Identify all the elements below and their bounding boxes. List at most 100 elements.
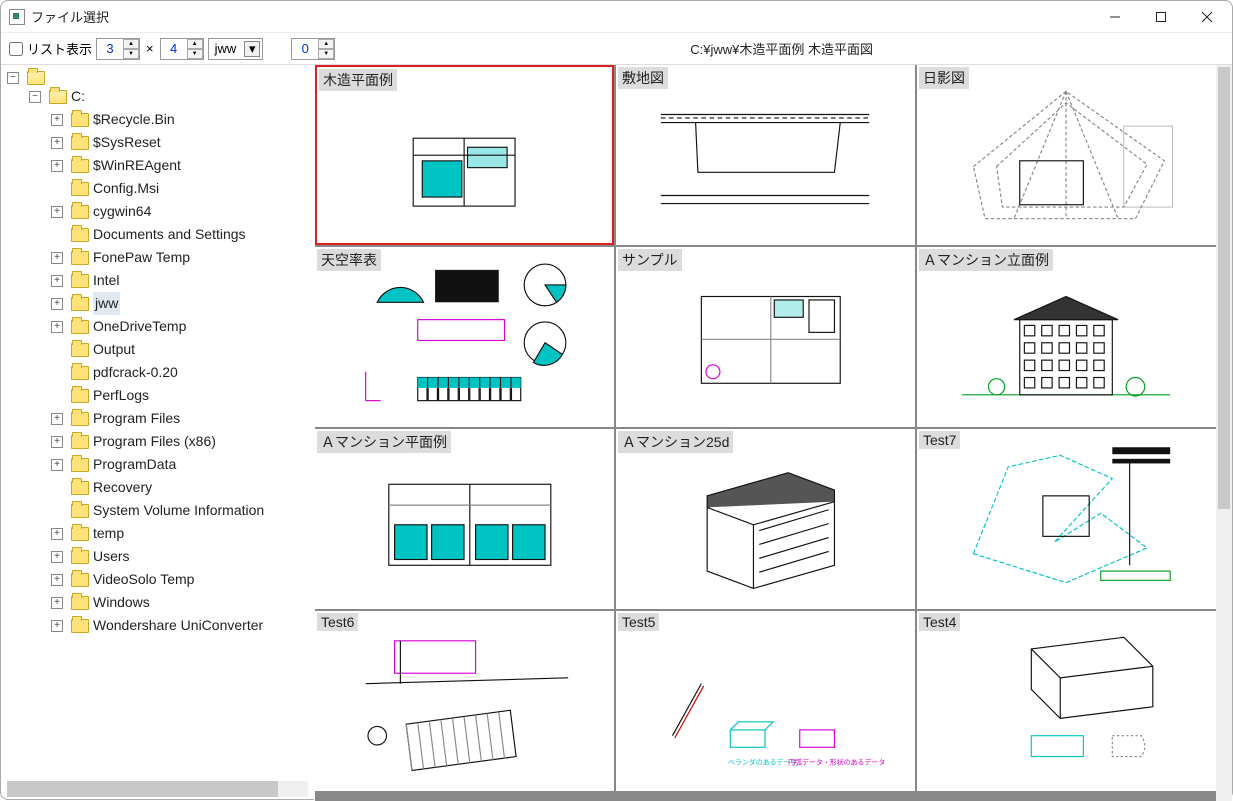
scrollbar-thumb[interactable] — [7, 781, 278, 797]
tree-item[interactable]: Recovery — [7, 476, 312, 499]
tree-item-label[interactable]: jww — [93, 292, 120, 315]
tree-item[interactable]: + ProgramData — [7, 453, 312, 476]
expand-icon[interactable]: + — [51, 528, 63, 540]
collapse-icon[interactable]: − — [29, 91, 41, 103]
tree-item-label[interactable]: Output — [93, 338, 135, 361]
expand-icon[interactable]: + — [51, 160, 63, 172]
tree-item-label[interactable]: Users — [93, 545, 130, 568]
thumbnail-cell[interactable]: 木造平面例 — [315, 65, 614, 245]
tree-item-label[interactable]: $WinREAgent — [93, 154, 181, 177]
expand-icon[interactable]: + — [51, 620, 63, 632]
expand-icon[interactable]: + — [51, 137, 63, 149]
cols-down[interactable]: ▼ — [123, 49, 139, 59]
maximize-button[interactable] — [1138, 2, 1184, 32]
tree-item[interactable]: + cygwin64 — [7, 200, 312, 223]
expand-icon[interactable]: + — [51, 114, 63, 126]
tree-item[interactable]: + Program Files — [7, 407, 312, 430]
rows-input[interactable] — [161, 39, 187, 59]
tree-item[interactable]: + Windows — [7, 591, 312, 614]
expand-icon[interactable]: + — [51, 252, 63, 264]
thumbnail-cell[interactable]: 日影図 — [917, 65, 1216, 245]
thumbnail-cell[interactable]: 敷地図 — [616, 65, 915, 245]
rows-down[interactable]: ▼ — [187, 49, 203, 59]
close-button[interactable] — [1184, 2, 1230, 32]
tree-item[interactable]: + Program Files (x86) — [7, 430, 312, 453]
tree-item[interactable]: + OneDriveTemp — [7, 315, 312, 338]
tree-item-label[interactable]: Windows — [93, 591, 150, 614]
expand-icon[interactable]: + — [51, 459, 63, 471]
list-view-toggle[interactable]: リスト表示 — [9, 39, 92, 58]
tree-item[interactable]: + jww — [7, 292, 312, 315]
zero-up[interactable]: ▲ — [318, 39, 334, 49]
tree-item-label[interactable]: OneDriveTemp — [93, 315, 186, 338]
thumbnail-cell[interactable]: サンプル — [616, 247, 915, 427]
tree-item[interactable]: + temp — [7, 522, 312, 545]
tree-item[interactable]: Output — [7, 338, 312, 361]
tree-item-label[interactable]: Program Files (x86) — [93, 430, 216, 453]
rows-up[interactable]: ▲ — [187, 39, 203, 49]
expand-icon[interactable]: + — [51, 321, 63, 333]
expand-icon[interactable]: + — [51, 413, 63, 425]
cols-spinner[interactable]: ▲ ▼ — [96, 38, 140, 60]
rows-spinner[interactable]: ▲ ▼ — [160, 38, 204, 60]
list-view-checkbox[interactable] — [9, 42, 23, 56]
tree-item[interactable]: + $Recycle.Bin — [7, 108, 312, 131]
tree-item[interactable]: + $WinREAgent — [7, 154, 312, 177]
tree-item-label[interactable]: ProgramData — [93, 453, 176, 476]
expand-icon[interactable]: + — [51, 551, 63, 563]
tree-item[interactable]: + Wondershare UniConverter — [7, 614, 312, 637]
tree-item[interactable]: + $SysReset — [7, 131, 312, 154]
zero-input[interactable] — [292, 39, 318, 59]
vertical-scrollbar[interactable] — [1216, 65, 1232, 801]
cols-input[interactable] — [97, 39, 123, 59]
tree-item-label[interactable]: Wondershare UniConverter — [93, 614, 263, 637]
minimize-button[interactable] — [1092, 2, 1138, 32]
thumbnail-cell[interactable]: Test5 ベランダのあるデータ 円弧データ・形状のあるデータ — [616, 611, 915, 791]
tree-item-label[interactable]: $SysReset — [93, 131, 161, 154]
ext-combo[interactable]: jww ▾ — [208, 38, 264, 60]
tree-item-label[interactable]: pdfcrack-0.20 — [93, 361, 178, 384]
thumbnail-cell[interactable]: Ａマンション25d — [616, 429, 915, 609]
chevron-down-icon[interactable]: ▾ — [244, 41, 260, 57]
tree-item-label[interactable]: Documents and Settings — [93, 223, 246, 246]
thumbnail-cell[interactable]: Test4 — [917, 611, 1216, 791]
expand-icon[interactable]: + — [51, 597, 63, 609]
tree-item-label[interactable]: FonePaw Temp — [93, 246, 190, 269]
tree-item[interactable]: Documents and Settings — [7, 223, 312, 246]
tree-item[interactable]: PerfLogs — [7, 384, 312, 407]
expand-icon[interactable]: + — [51, 275, 63, 287]
tree-item-label[interactable]: Program Files — [93, 407, 180, 430]
tree-item[interactable]: System Volume Information — [7, 499, 312, 522]
tree-item-label[interactable]: $Recycle.Bin — [93, 108, 175, 131]
thumbnail-cell[interactable]: Ａマンション立面例 — [917, 247, 1216, 427]
tree-item-label[interactable]: C: — [71, 85, 85, 108]
tree-item[interactable]: + VideoSolo Temp — [7, 568, 312, 591]
tree-item[interactable]: + Users — [7, 545, 312, 568]
tree-item-label[interactable]: VideoSolo Temp — [93, 568, 194, 591]
scrollbar-thumb[interactable] — [1218, 67, 1230, 509]
cols-up[interactable]: ▲ — [123, 39, 139, 49]
zero-down[interactable]: ▼ — [318, 49, 334, 59]
thumbnail-cell[interactable]: Ａマンション平面例 — [315, 429, 614, 609]
tree-item[interactable]: + FonePaw Temp — [7, 246, 312, 269]
tree-item-label[interactable]: PerfLogs — [93, 384, 149, 407]
tree-item-label[interactable]: Intel — [93, 269, 119, 292]
expand-icon[interactable]: + — [51, 298, 63, 310]
tree-item[interactable]: pdfcrack-0.20 — [7, 361, 312, 384]
expand-icon[interactable]: + — [51, 574, 63, 586]
tree-horizontal-scrollbar[interactable] — [7, 781, 308, 797]
tree-item[interactable]: + Intel — [7, 269, 312, 292]
thumbnail-cell[interactable]: Test6 — [315, 611, 614, 791]
thumbnail-cell[interactable]: Test7 — [917, 429, 1216, 609]
tree-item-label[interactable]: cygwin64 — [93, 200, 151, 223]
tree-item-label[interactable]: Recovery — [93, 476, 152, 499]
zero-spinner[interactable]: ▲ ▼ — [291, 38, 335, 60]
collapse-icon[interactable]: − — [7, 72, 19, 84]
expand-icon[interactable]: + — [51, 436, 63, 448]
expand-icon[interactable]: + — [51, 206, 63, 218]
tree-item-label[interactable]: temp — [93, 522, 124, 545]
tree-item-label[interactable]: System Volume Information — [93, 499, 264, 522]
tree-item-label[interactable]: Config.Msi — [93, 177, 159, 200]
thumbnail-cell[interactable]: 天空率表 — [315, 247, 614, 427]
tree-item[interactable]: Config.Msi — [7, 177, 312, 200]
